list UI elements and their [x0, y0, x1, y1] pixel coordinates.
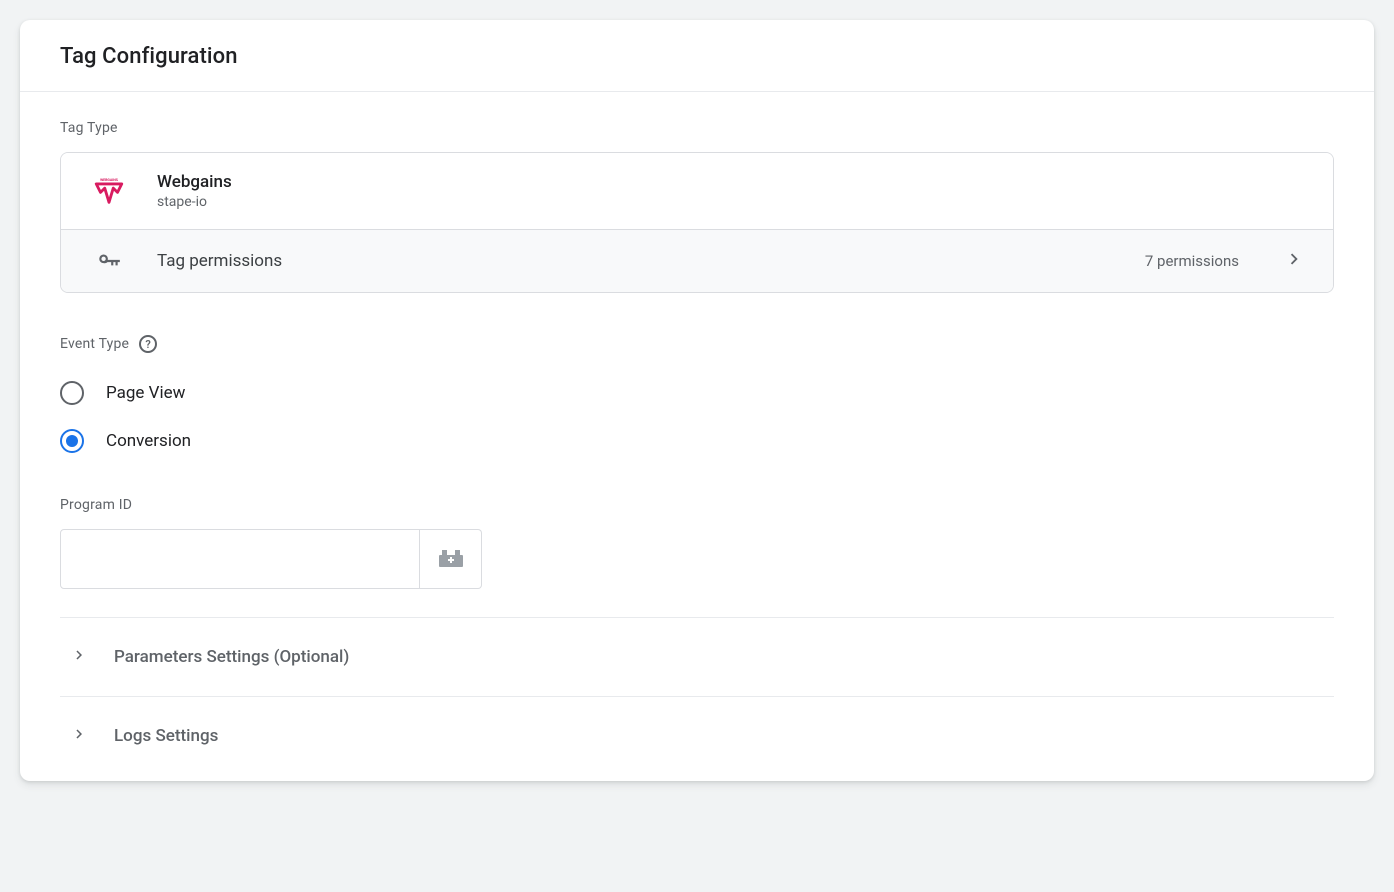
tag-permissions-count: 7 permissions [1145, 252, 1239, 270]
radio-conversion[interactable]: Conversion [60, 417, 1334, 465]
variable-brick-icon [438, 548, 464, 571]
tag-type-label: Tag Type [60, 120, 1334, 136]
tag-type-selected[interactable]: WEBGAINS Webgains stape-io [61, 153, 1333, 229]
parameters-settings-label: Parameters Settings (Optional) [114, 647, 349, 667]
radio-page-view-label: Page View [106, 383, 185, 403]
program-id-field [60, 529, 1334, 589]
logs-settings-label: Logs Settings [114, 726, 218, 746]
logs-settings-section[interactable]: Logs Settings [60, 697, 1334, 781]
tag-permissions-row[interactable]: Tag permissions 7 permissions [61, 229, 1333, 292]
card-header: Tag Configuration [20, 20, 1374, 92]
tag-permissions-label: Tag permissions [157, 251, 1117, 271]
tag-config-card: Tag Configuration Tag Type WEBGAINS Webg… [20, 20, 1374, 781]
radio-page-view[interactable]: Page View [60, 369, 1334, 417]
program-id-label: Program ID [60, 497, 1334, 513]
webgains-logo-icon: WEBGAINS [89, 171, 129, 211]
svg-text:WEBGAINS: WEBGAINS [100, 178, 119, 182]
help-icon[interactable]: ? [139, 335, 157, 353]
insert-variable-button[interactable] [420, 529, 482, 589]
tag-type-box: WEBGAINS Webgains stape-io Tag permissio… [60, 152, 1334, 293]
radio-icon [60, 381, 84, 405]
chevron-right-icon [70, 646, 90, 668]
key-icon [89, 248, 129, 274]
radio-icon-selected [60, 429, 84, 453]
radio-conversion-label: Conversion [106, 431, 191, 451]
event-type-radio-group: Page View Conversion [60, 369, 1334, 465]
tag-type-vendor: stape-io [157, 194, 232, 210]
page-title: Tag Configuration [60, 44, 1334, 69]
tag-type-name: Webgains [157, 172, 232, 192]
parameters-settings-section[interactable]: Parameters Settings (Optional) [60, 618, 1334, 697]
event-type-label-text: Event Type [60, 336, 129, 352]
chevron-right-icon [1283, 248, 1305, 274]
event-type-label: Event Type ? [60, 335, 1334, 353]
program-id-input[interactable] [60, 529, 420, 589]
chevron-right-icon [70, 725, 90, 747]
